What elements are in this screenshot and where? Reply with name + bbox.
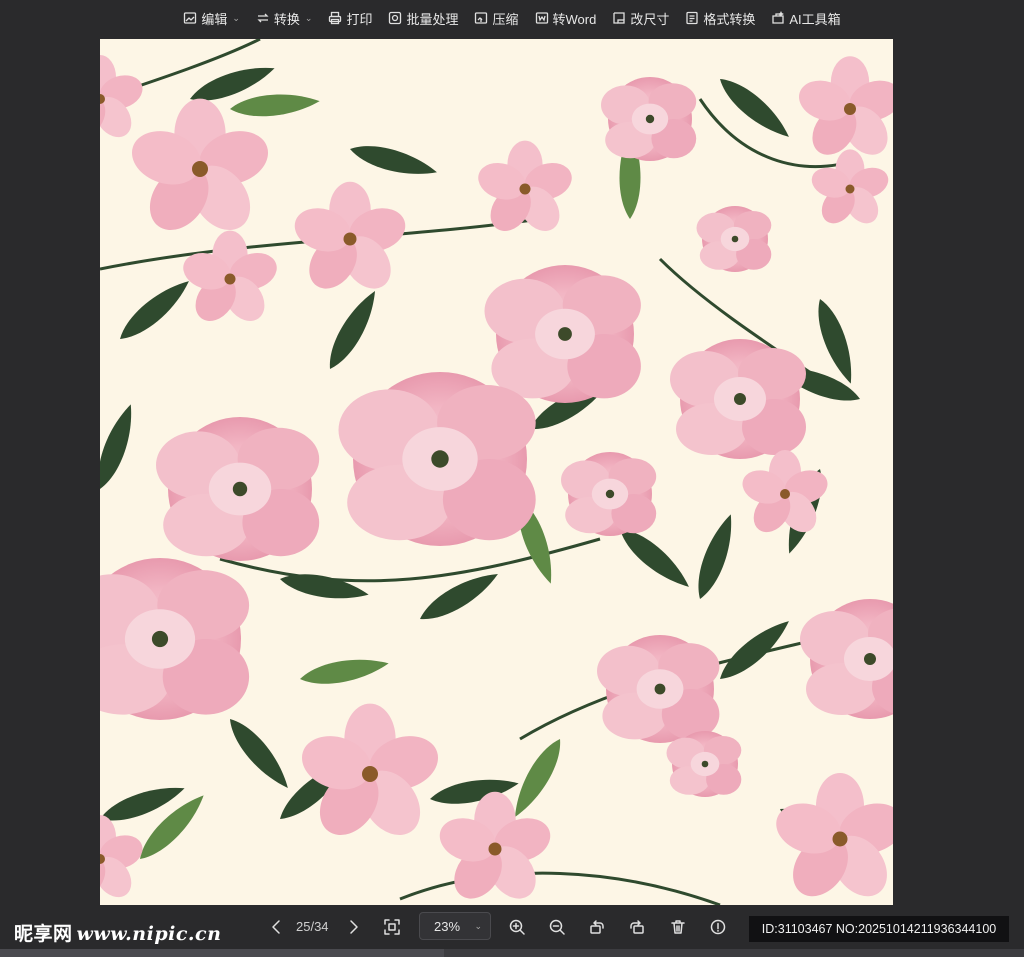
watermark-cn: 昵享网 xyxy=(14,923,73,945)
rotate-right-icon xyxy=(630,920,644,934)
zoom-out-icon xyxy=(549,919,565,935)
convert-icon xyxy=(257,13,269,23)
word-icon xyxy=(535,12,548,24)
ai-toolbox-icon xyxy=(772,11,785,24)
convert-menu-label: 转换 xyxy=(273,11,300,27)
info-button[interactable] xyxy=(704,913,732,941)
chevron-left-icon xyxy=(272,920,280,934)
chevron-down-icon: ⌄ xyxy=(474,920,482,931)
printer-icon xyxy=(329,11,342,25)
thumbnail-strip-segment xyxy=(0,949,444,957)
print-label: 打印 xyxy=(346,11,373,27)
image-id-label: ID:31103467 NO:20251014211936344100 xyxy=(749,916,1009,942)
fit-screen-icon xyxy=(384,919,400,935)
trash-icon xyxy=(671,920,685,934)
chevron-down-icon: ⌄ xyxy=(232,12,240,23)
zoom-in-icon xyxy=(509,919,525,935)
info-icon xyxy=(710,919,726,935)
resize-button[interactable]: 改尺寸 xyxy=(604,4,677,32)
zoom-value: 23% xyxy=(434,918,461,934)
zoom-out-button[interactable] xyxy=(543,913,571,941)
ai-toolbox-label: AI工具箱 xyxy=(789,11,841,27)
edit-menu-label: 编辑 xyxy=(201,11,228,27)
ai-toolbox-button[interactable]: AI工具箱 xyxy=(763,4,848,32)
floral-pattern-image xyxy=(100,39,893,905)
image-canvas[interactable] xyxy=(100,39,893,905)
bottom-strip xyxy=(0,949,1024,957)
print-button[interactable]: 打印 xyxy=(320,4,380,32)
batch-process-button[interactable]: 批量处理 xyxy=(380,4,466,32)
rotate-right-button[interactable] xyxy=(623,913,651,941)
compress-label: 压缩 xyxy=(492,11,519,27)
resize-label: 改尺寸 xyxy=(630,11,670,27)
chevron-right-icon xyxy=(350,920,358,934)
format-convert-button[interactable]: 格式转换 xyxy=(677,4,763,32)
next-page-button[interactable] xyxy=(339,913,367,941)
image-edit-icon xyxy=(184,12,197,24)
batch-icon xyxy=(389,11,402,25)
prev-page-button[interactable] xyxy=(263,913,291,941)
rotate-left-icon xyxy=(590,920,604,934)
site-watermark: 昵享网 www.nipic.cn xyxy=(14,919,221,946)
zoom-select[interactable]: 23% ⌄ xyxy=(419,912,491,940)
top-toolbar: 编辑 ⌄ 转换 ⌄ 打印 批量处理 压缩 转Word 改尺寸 格式转换 AI工具… xyxy=(0,0,1024,36)
format-icon xyxy=(686,11,698,25)
compress-button[interactable]: 压缩 xyxy=(466,4,526,32)
convert-menu-button[interactable]: 转换 ⌄ xyxy=(248,4,321,32)
bottom-bar: 昵享网 www.nipic.cn 25/34 23% ⌄ ID:31103467 … xyxy=(0,905,1024,949)
to-word-label: 转Word xyxy=(552,11,597,27)
fit-screen-button[interactable] xyxy=(378,913,406,941)
rotate-left-button[interactable] xyxy=(583,913,611,941)
compress-icon xyxy=(475,12,488,24)
format-convert-label: 格式转换 xyxy=(703,11,756,27)
chevron-down-icon: ⌄ xyxy=(304,12,313,23)
watermark-en: www.nipic.cn xyxy=(76,923,222,945)
resize-icon xyxy=(613,12,625,24)
zoom-in-button[interactable] xyxy=(503,913,531,941)
edit-menu-button[interactable]: 编辑 ⌄ xyxy=(175,4,248,32)
delete-button[interactable] xyxy=(664,913,692,941)
to-word-button[interactable]: 转Word xyxy=(527,4,605,32)
page-indicator: 25/34 xyxy=(296,919,329,934)
batch-process-label: 批量处理 xyxy=(406,11,459,27)
